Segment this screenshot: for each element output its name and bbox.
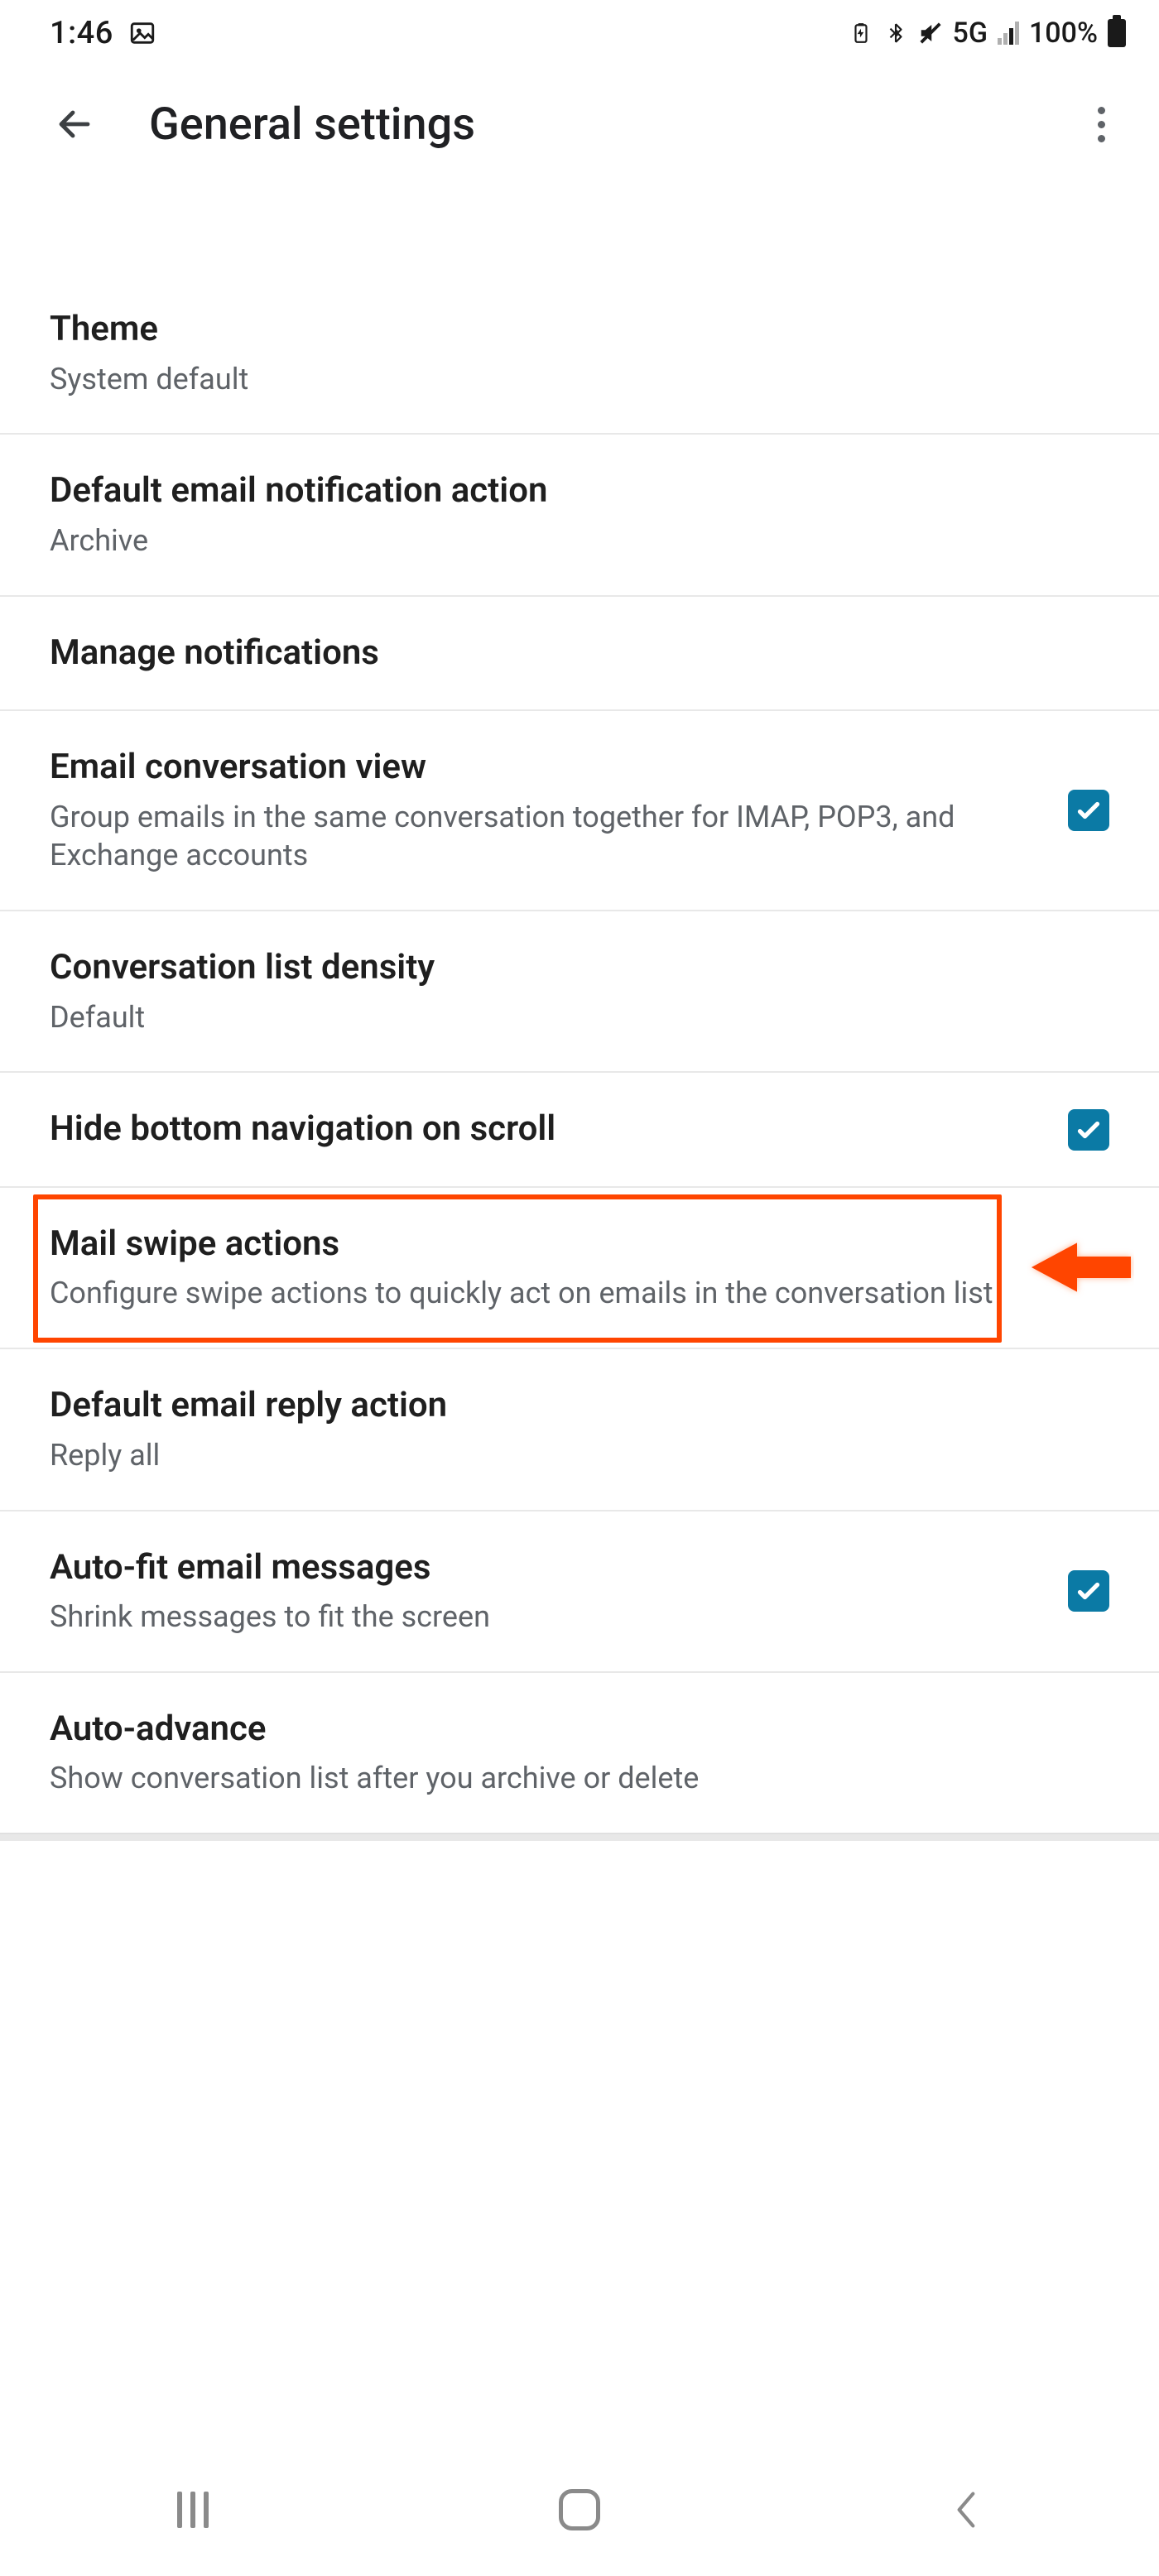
image-notification-icon (128, 19, 156, 47)
setting-subtitle: Shrink messages to fit the screen (50, 1598, 1010, 1636)
hide-nav-checkbox[interactable] (1068, 1109, 1109, 1151)
checkmark-icon (1074, 1576, 1104, 1606)
setting-subtitle: Group emails in the same conversation to… (50, 798, 1010, 876)
setting-title: Auto-fit email messages (50, 1546, 1010, 1590)
nav-back-button[interactable] (925, 2485, 1008, 2535)
setting-subtitle: Archive (50, 521, 1076, 560)
setting-title: Default email reply action (50, 1384, 1076, 1428)
setting-title: Conversation list density (50, 946, 1076, 990)
nav-home-button[interactable] (538, 2485, 621, 2535)
setting-subtitle: Reply all (50, 1436, 1076, 1475)
setting-subtitle: Default (50, 998, 1076, 1037)
setting-title: Manage notifications (50, 632, 1076, 675)
setting-default-reply-action[interactable]: Default email reply action Reply all (0, 1349, 1159, 1511)
setting-conversation-view[interactable]: Email conversation view Group emails in … (0, 711, 1159, 911)
setting-subtitle: System default (50, 360, 1076, 399)
setting-hide-bottom-nav[interactable]: Hide bottom navigation on scroll (0, 1073, 1159, 1188)
app-bar: General settings (0, 66, 1159, 182)
more-vert-icon (1098, 107, 1105, 142)
checkmark-icon (1074, 1115, 1104, 1145)
setting-title: Default email notification action (50, 469, 1076, 513)
setting-title: Theme (50, 308, 1076, 352)
annotation-arrow (1027, 1234, 1134, 1304)
bluetooth-icon (883, 21, 908, 46)
setting-subtitle: Show conversation list after you archive… (50, 1759, 1076, 1798)
setting-manage-notifications[interactable]: Manage notifications (0, 597, 1159, 712)
signal-strength-icon (998, 22, 1019, 45)
highlighted-setting-wrapper: Mail swipe actions Configure swipe actio… (0, 1188, 1159, 1349)
recents-icon (177, 2492, 209, 2528)
setting-title: Email conversation view (50, 746, 1010, 790)
setting-title: Hide bottom navigation on scroll (50, 1108, 1010, 1151)
system-nav-bar (0, 2444, 1159, 2576)
setting-auto-fit-messages[interactable]: Auto-fit email messages Shrink messages … (0, 1511, 1159, 1673)
nav-recents-button[interactable] (151, 2485, 234, 2535)
battery-icon (1108, 19, 1126, 47)
network-type: 5G (953, 17, 988, 50)
status-right: 5G 100% (849, 17, 1127, 50)
status-bar: 1:46 5G 100% (0, 0, 1159, 66)
status-left: 1:46 (50, 15, 156, 51)
setting-title: Mail swipe actions (50, 1223, 1076, 1266)
chevron-left-icon (952, 2489, 980, 2530)
battery-saver-icon (849, 21, 873, 46)
page-title: General settings (149, 99, 1076, 151)
setting-list-density[interactable]: Conversation list density Default (0, 911, 1159, 1073)
status-clock: 1:46 (50, 15, 113, 51)
auto-fit-checkbox[interactable] (1068, 1570, 1109, 1612)
setting-default-notification-action[interactable]: Default email notification action Archiv… (0, 435, 1159, 596)
settings-list: Theme System default Default email notif… (0, 182, 1159, 1841)
list-separator (0, 1834, 1159, 1841)
home-icon (559, 2489, 600, 2530)
conversation-view-checkbox[interactable] (1068, 790, 1109, 831)
setting-mail-swipe-actions[interactable]: Mail swipe actions Configure swipe actio… (0, 1188, 1159, 1349)
setting-theme[interactable]: Theme System default (0, 273, 1159, 435)
back-button[interactable] (50, 99, 99, 149)
arrow-left-icon (55, 104, 94, 144)
checkmark-icon (1074, 795, 1104, 825)
setting-title: Auto-advance (50, 1708, 1076, 1752)
battery-percent: 100% (1029, 17, 1098, 50)
setting-subtitle: Configure swipe actions to quickly act o… (50, 1274, 1076, 1313)
setting-auto-advance[interactable]: Auto-advance Show conversation list afte… (0, 1673, 1159, 1834)
overflow-menu-button[interactable] (1076, 99, 1126, 149)
mute-icon (918, 21, 943, 46)
